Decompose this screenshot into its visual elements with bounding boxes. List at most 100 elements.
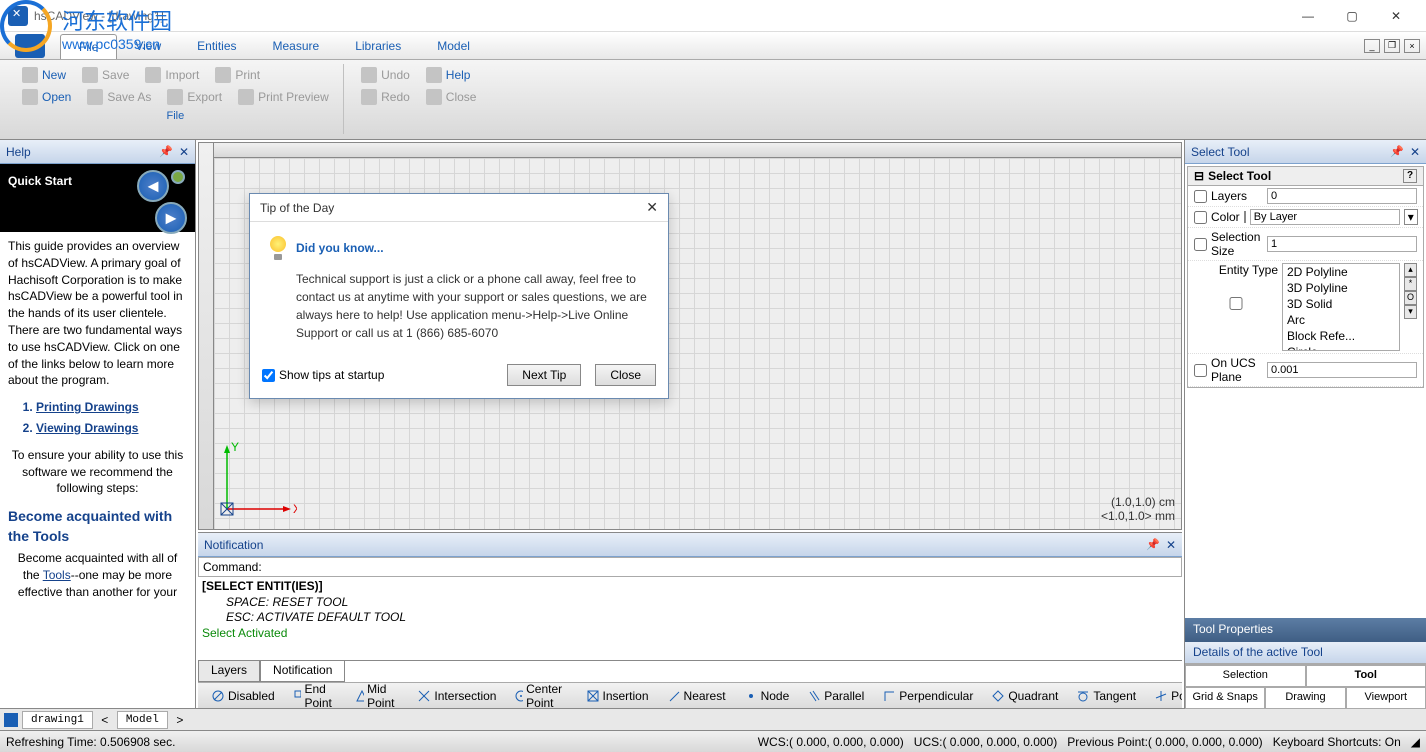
snap-center[interactable]: Center Point — [507, 682, 574, 708]
snap-perpendicular[interactable]: Perpendicular — [875, 686, 980, 706]
drawing-canvas[interactable]: Y X (1.0,1.0) cm <1.0,1.0> mm Tip of the… — [198, 142, 1182, 530]
scroll-down-button[interactable]: ▾ — [1404, 305, 1417, 319]
tab-layers[interactable]: Layers — [198, 661, 260, 682]
close-button[interactable]: ✕ — [1374, 1, 1418, 31]
export-button[interactable]: Export — [163, 86, 226, 108]
list-item[interactable]: 3D Polyline — [1283, 280, 1399, 296]
doc-tab-model[interactable]: Model — [117, 711, 168, 729]
notification-header: Notification 📌 ✕ — [198, 533, 1182, 557]
disabled-icon — [211, 689, 225, 703]
minimize-button[interactable]: — — [1286, 1, 1330, 31]
snap-parallel[interactable]: Parallel — [800, 686, 871, 706]
tab-drawing[interactable]: Drawing — [1265, 687, 1345, 709]
doc-tab-drawing1[interactable]: drawing1 — [22, 711, 93, 729]
list-item[interactable]: 3D Solid — [1283, 296, 1399, 312]
selsize-checkbox[interactable] — [1194, 238, 1207, 251]
command-line: Command: — [198, 557, 1182, 577]
mdi-minimize[interactable]: _ — [1364, 39, 1380, 53]
nav-forward-button[interactable]: ► — [155, 202, 187, 234]
snap-node[interactable]: Node — [737, 686, 797, 706]
redo-button[interactable]: Redo — [357, 86, 414, 108]
snap-intersection[interactable]: Intersection — [410, 686, 503, 706]
select-pin-icon[interactable]: 📌 — [1390, 145, 1404, 158]
menu-libraries[interactable]: Libraries — [337, 32, 419, 59]
collapse-button[interactable]: ⊟ — [1194, 169, 1204, 183]
doc-prev-button[interactable]: < — [97, 713, 113, 727]
color-input[interactable] — [1250, 209, 1400, 225]
snap-midpoint[interactable]: Mid Point — [348, 682, 406, 708]
tip-close-x[interactable]: ✕ — [646, 199, 658, 216]
command-input[interactable] — [262, 560, 1177, 574]
maximize-button[interactable]: ▢ — [1330, 1, 1374, 31]
notif-close[interactable]: ✕ — [1166, 538, 1176, 552]
undo-button[interactable]: Undo — [357, 64, 414, 86]
saveas-button[interactable]: Save As — [83, 86, 155, 108]
close-doc-button[interactable]: Close — [422, 86, 481, 108]
tab-selection[interactable]: Selection — [1185, 665, 1306, 687]
ucs-checkbox[interactable] — [1194, 364, 1207, 377]
layers-input[interactable] — [1267, 188, 1417, 204]
select-close[interactable]: ✕ — [1410, 145, 1420, 159]
tab-grid-snaps[interactable]: Grid & Snaps — [1185, 687, 1265, 709]
color-checkbox[interactable] — [1194, 211, 1207, 224]
menu-measure[interactable]: Measure — [255, 32, 338, 59]
mdi-restore[interactable]: ❐ — [1384, 39, 1400, 53]
resize-grip-icon[interactable]: ◢ — [1411, 735, 1420, 749]
tip-close-button[interactable]: Close — [595, 364, 656, 386]
snap-disabled[interactable]: Disabled — [204, 686, 282, 706]
next-tip-button[interactable]: Next Tip — [507, 364, 581, 386]
doc-next-button[interactable]: > — [172, 713, 188, 727]
link-tools[interactable]: Tools — [43, 568, 71, 582]
list-item[interactable]: Circle — [1283, 344, 1399, 351]
preview-button[interactable]: Print Preview — [234, 86, 333, 108]
snap-insertion[interactable]: Insertion — [579, 686, 656, 706]
help-icon — [426, 67, 442, 83]
side-star-button[interactable]: * — [1404, 277, 1417, 291]
side-o-button[interactable]: O — [1404, 291, 1417, 305]
insertion-icon — [586, 689, 600, 703]
snap-polar[interactable]: Polar — [1147, 686, 1182, 706]
scroll-up-button[interactable]: ▴ — [1404, 263, 1417, 277]
show-tips-checkbox[interactable]: Show tips at startup — [262, 368, 384, 382]
layers-checkbox[interactable] — [1194, 190, 1207, 203]
tip-titlebar[interactable]: Tip of the Day ✕ — [250, 194, 668, 222]
menu-file[interactable]: File — [60, 34, 117, 59]
open-button[interactable]: Open — [18, 86, 75, 108]
notif-pin-icon[interactable]: 📌 — [1146, 538, 1160, 551]
tab-notification[interactable]: Notification — [260, 661, 345, 682]
link-viewing[interactable]: Viewing Drawings — [36, 421, 138, 435]
status-ucs: UCS:( 0.000, 0.000, 0.000) — [914, 735, 1057, 749]
show-tips-input[interactable] — [262, 369, 275, 382]
list-item[interactable]: 2D Polyline — [1283, 264, 1399, 280]
tab-viewport[interactable]: Viewport — [1346, 687, 1426, 709]
svg-text:Y: Y — [231, 440, 239, 454]
entity-checkbox[interactable] — [1194, 297, 1278, 310]
print-button[interactable]: Print — [211, 64, 264, 86]
menu-model[interactable]: Model — [419, 32, 488, 59]
mdi-close[interactable]: × — [1404, 39, 1420, 53]
selsize-input[interactable] — [1267, 236, 1417, 252]
help-button[interactable]: Help — [422, 64, 475, 86]
nav-back-button[interactable]: ◄ — [137, 170, 169, 202]
save-button[interactable]: Save — [78, 64, 133, 86]
snap-quadrant[interactable]: Quadrant — [984, 686, 1065, 706]
list-item[interactable]: Block Refe... — [1283, 328, 1399, 344]
menu-view[interactable]: View — [117, 32, 179, 59]
print-icon — [215, 67, 231, 83]
nav-home-button[interactable] — [171, 170, 185, 184]
snap-endpoint[interactable]: End Point — [286, 682, 344, 708]
tab-tool[interactable]: Tool — [1306, 665, 1426, 687]
ucs-input[interactable] — [1267, 362, 1417, 378]
link-printing[interactable]: Printing Drawings — [36, 400, 139, 414]
list-item[interactable]: Arc — [1283, 312, 1399, 328]
menu-entities[interactable]: Entities — [179, 32, 254, 59]
import-button[interactable]: Import — [141, 64, 203, 86]
entity-type-list[interactable]: 2D Polyline 3D Polyline 3D Solid Arc Blo… — [1282, 263, 1400, 351]
pin-icon[interactable]: 📌 — [159, 145, 173, 158]
new-button[interactable]: New — [18, 64, 70, 86]
snap-nearest[interactable]: Nearest — [660, 686, 733, 706]
snap-tangent[interactable]: Tangent — [1069, 686, 1143, 706]
help-close[interactable]: ✕ — [179, 145, 189, 159]
help-q-button[interactable]: ? — [1403, 169, 1417, 183]
color-dropdown-button[interactable]: ▾ — [1404, 209, 1418, 225]
